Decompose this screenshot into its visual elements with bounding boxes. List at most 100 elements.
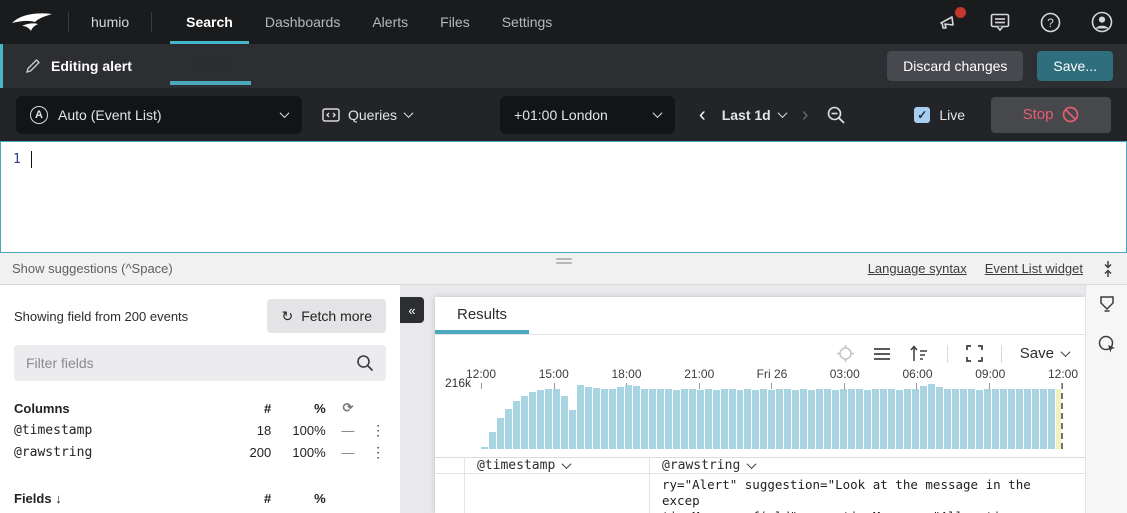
histogram-bar[interactable] <box>561 396 568 449</box>
tab-filter[interactable]: Filter <box>170 48 251 85</box>
histogram-bar[interactable] <box>992 389 999 449</box>
nav-item-settings[interactable]: Settings <box>486 0 569 44</box>
nav-item-search[interactable]: Search <box>170 0 249 44</box>
crowdstrike-falcon-logo[interactable] <box>10 0 68 44</box>
row-menu-icon[interactable]: ⋮ <box>370 422 386 439</box>
save-button[interactable]: Save... <box>1037 51 1113 81</box>
widget-docs-link[interactable]: Event List widget <box>985 261 1083 276</box>
nav-item-dashboards[interactable]: Dashboards <box>249 0 357 44</box>
timezone-dropdown[interactable]: +01:00 London <box>500 96 675 134</box>
histogram-bar[interactable] <box>713 390 720 449</box>
column-header-timestamp[interactable]: @timestamp <box>465 458 650 473</box>
histogram-bar[interactable] <box>880 389 887 450</box>
histogram-bar[interactable] <box>864 390 871 449</box>
histogram-bar[interactable] <box>481 447 488 449</box>
histogram-bar[interactable] <box>888 389 895 449</box>
zoom-out-icon[interactable] <box>826 105 846 125</box>
brand-name[interactable]: humio <box>69 0 151 44</box>
tab-results[interactable]: Results <box>435 297 529 334</box>
histogram-bar[interactable] <box>577 385 584 449</box>
histogram-bar[interactable] <box>960 389 967 449</box>
histogram-bar[interactable] <box>729 389 736 449</box>
column-row-rawstring[interactable]: @rawstring 200 100% — ⋮ <box>14 441 386 463</box>
histogram-bar[interactable] <box>641 389 648 450</box>
histogram-bar[interactable] <box>737 390 744 449</box>
histogram-bar[interactable] <box>1024 389 1031 449</box>
histogram-bar[interactable] <box>920 386 927 449</box>
histogram-bar[interactable] <box>760 389 767 449</box>
histogram-bar[interactable] <box>697 390 704 449</box>
crosshair-icon[interactable] <box>836 344 855 363</box>
histogram-bar[interactable] <box>872 389 879 449</box>
histogram-bar[interactable] <box>601 389 608 450</box>
nav-item-alerts[interactable]: Alerts <box>356 0 424 44</box>
row-menu-icon[interactable]: ⋮ <box>370 444 386 461</box>
histogram-bar[interactable] <box>944 389 951 450</box>
histogram-bar[interactable] <box>569 410 576 449</box>
histogram-bar[interactable] <box>721 389 728 449</box>
query-editor[interactable]: 1 <box>0 141 1127 253</box>
feedback-icon[interactable] <box>990 12 1010 32</box>
histogram-bar[interactable] <box>840 389 847 449</box>
fetch-more-button[interactable]: ↻ Fetch more <box>267 299 386 333</box>
nav-item-files[interactable]: Files <box>424 0 486 44</box>
time-forward-button[interactable]: › <box>796 105 815 125</box>
sort-order-icon[interactable] <box>909 345 929 362</box>
histogram-bar[interactable] <box>1040 389 1047 449</box>
resize-drag-handle[interactable] <box>556 256 572 266</box>
sort-descending-icon[interactable]: ↓ <box>55 491 62 506</box>
histogram-bar[interactable] <box>657 389 664 449</box>
live-checkbox[interactable]: ✓ <box>914 107 930 123</box>
histogram-bar[interactable] <box>936 387 943 449</box>
column-header-rawstring[interactable]: @rawstring <box>650 458 1085 473</box>
time-back-button[interactable]: ‹ <box>693 105 712 125</box>
collapse-vertical-icon[interactable] <box>1101 261 1115 277</box>
histogram-bar[interactable] <box>808 390 815 449</box>
histogram-bar[interactable] <box>545 389 552 449</box>
histogram-bar[interactable] <box>832 390 839 449</box>
histogram-bar[interactable] <box>800 389 807 449</box>
save-results-dropdown[interactable]: Save <box>1020 345 1069 362</box>
histogram-bar[interactable] <box>744 389 751 449</box>
histogram-bar[interactable] <box>681 389 688 449</box>
histogram-bar[interactable] <box>505 409 512 449</box>
tag-icon[interactable] <box>1098 295 1116 313</box>
collapse-fields-panel-button[interactable]: « <box>400 297 424 323</box>
histogram-bar[interactable] <box>984 389 991 449</box>
histogram-bar[interactable] <box>816 389 823 449</box>
histogram-bar[interactable] <box>489 432 496 449</box>
histogram-bar[interactable] <box>928 384 935 449</box>
histogram-bar[interactable] <box>513 401 520 449</box>
widget-type-dropdown[interactable]: A Auto (Event List) <box>16 96 302 134</box>
histogram-bar[interactable] <box>856 389 863 449</box>
histogram-bar[interactable] <box>529 392 536 449</box>
histogram-bar[interactable] <box>952 389 959 449</box>
refresh-columns-icon[interactable]: ⟳ <box>326 400 371 416</box>
histogram-bar[interactable] <box>784 389 791 449</box>
histogram-bar[interactable] <box>609 389 616 449</box>
histogram-bar[interactable] <box>633 386 640 449</box>
histogram-bar[interactable] <box>912 389 919 449</box>
column-row-timestamp[interactable]: @timestamp 18 100% — ⋮ <box>14 419 386 441</box>
histogram-bar[interactable] <box>968 389 975 449</box>
histogram-bar[interactable] <box>768 390 775 449</box>
table-row[interactable]: ry="Alert" suggestion="Look at the messa… <box>435 474 1085 513</box>
histogram-bar[interactable] <box>553 389 560 449</box>
histogram-bar[interactable] <box>585 387 592 449</box>
histogram-bar[interactable] <box>673 390 680 449</box>
histogram-bar[interactable] <box>497 418 504 449</box>
histogram-plot[interactable] <box>481 383 1063 449</box>
histogram-bar[interactable] <box>689 389 696 449</box>
queries-dropdown[interactable]: Queries <box>322 107 412 123</box>
histogram-bar[interactable] <box>776 389 783 449</box>
help-icon[interactable]: ? <box>1040 12 1061 33</box>
histogram-bar[interactable] <box>665 389 672 449</box>
announcements-icon[interactable] <box>938 12 960 32</box>
discard-changes-button[interactable]: Discard changes <box>887 51 1023 81</box>
histogram-bar[interactable] <box>976 390 983 449</box>
histogram-bar[interactable] <box>617 387 624 449</box>
row-density-icon[interactable] <box>873 346 891 362</box>
histogram-bar[interactable] <box>792 390 799 449</box>
time-range-dropdown[interactable]: Last 1d <box>722 107 786 123</box>
histogram-bar[interactable] <box>1048 389 1055 450</box>
